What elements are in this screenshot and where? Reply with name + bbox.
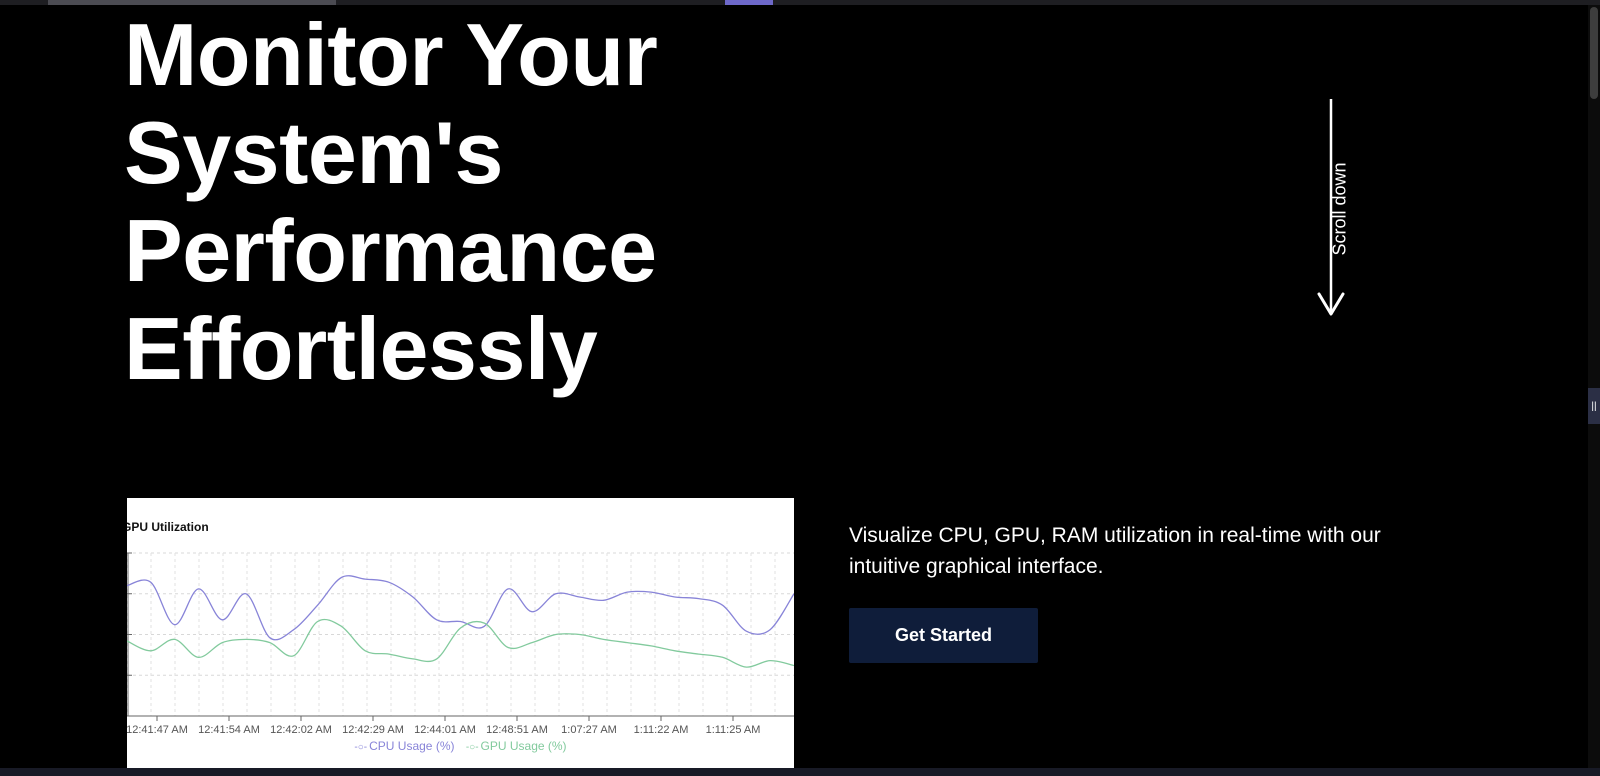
- x-tick-label: 1:11:22 AM: [634, 724, 689, 736]
- legend-item-cpu[interactable]: -○- CPU Usage (%): [354, 739, 454, 753]
- legend-item-gpu[interactable]: -○- GPU Usage (%): [466, 739, 567, 753]
- tagline: Visualize CPU, GPU, RAM utilization in r…: [849, 524, 1381, 578]
- scrollbar-thumb[interactable]: [1590, 7, 1598, 99]
- x-tick-label: 12:44:01 AM: [414, 724, 476, 736]
- active-tab-indicator: [725, 0, 773, 5]
- chart-plot: 12:41:47 AM 12:41:54 AM 12:42:02 AM 12:42:2…: [127, 552, 794, 736]
- landing-page: Monitor Your System's Performance Effort…: [0, 0, 1600, 768]
- taskbar-edge: [0, 768, 1600, 776]
- scrollbar[interactable]: [1588, 5, 1600, 768]
- x-tick-label: 1:11:25 AM: [706, 724, 761, 736]
- series-line-gpu: [127, 618, 794, 668]
- hero-title: Monitor Your System's Performance Effort…: [124, 6, 744, 398]
- series-line-cpu: [127, 575, 794, 641]
- utilization-chart: GPU Utilization 12:41:47 AM 12:41:54 AM 12…: [127, 498, 794, 768]
- side-panel-handle[interactable]: ||: [1588, 388, 1600, 424]
- hero-title-line: Effortlessly: [124, 299, 598, 398]
- x-tick-label: 1:07:27 AM: [561, 724, 617, 736]
- legend-marker-icon: -○-: [465, 742, 479, 753]
- legend-label: CPU Usage (%): [369, 739, 455, 753]
- hero-title-line: Monitor Your: [124, 5, 658, 104]
- chart-legend: -○- CPU Usage (%) -○- GPU Usage (%): [127, 739, 794, 753]
- legend-marker-icon: -○-: [354, 742, 368, 753]
- x-tick-label: 12:41:54 AM: [198, 724, 260, 736]
- grip-icon: ||: [1591, 400, 1597, 412]
- get-started-button[interactable]: Get Started: [849, 608, 1038, 663]
- legend-label: GPU Usage (%): [480, 739, 567, 753]
- scroll-down-label: Scroll down: [1329, 162, 1350, 256]
- x-tick-label: 12:48:51 AM: [486, 724, 548, 736]
- x-tick-label: 12:42:29 AM: [342, 724, 404, 736]
- hero-title-line: System's: [124, 103, 503, 202]
- x-tick-label: 12:41:47 AM: [127, 724, 188, 736]
- x-tick-label: 12:42:02 AM: [270, 724, 332, 736]
- hero-title-line: Performance: [124, 201, 657, 300]
